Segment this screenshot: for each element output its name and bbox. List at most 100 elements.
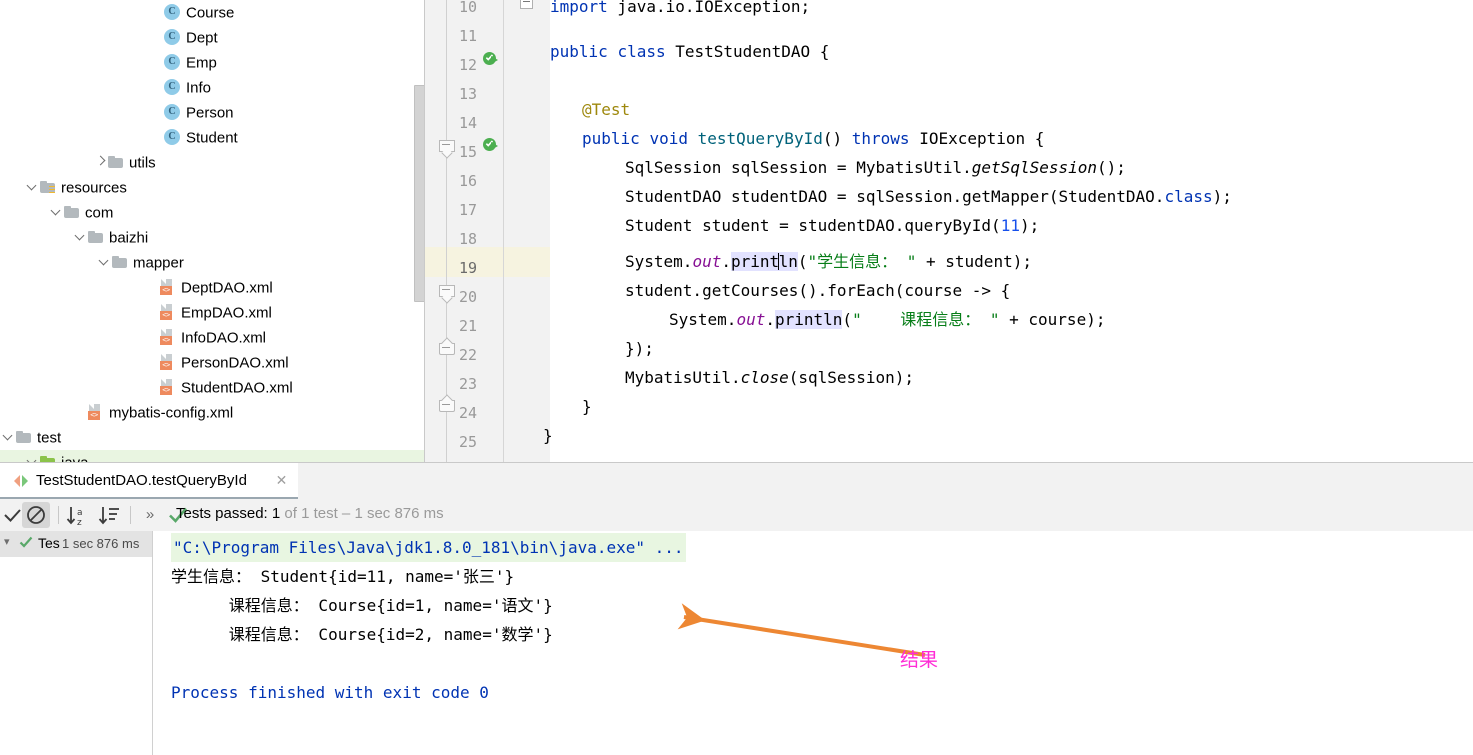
tree-item-label: Course bbox=[186, 4, 235, 22]
chevron-down-icon[interactable]: ▾ bbox=[4, 535, 10, 548]
run-tab-teststudentdao[interactable]: TestStudentDAO.testQueryById ✕ bbox=[0, 463, 298, 499]
static-field-out-2: out bbox=[736, 310, 766, 329]
fold-column[interactable] bbox=[504, 0, 550, 462]
tree-item-dept[interactable]: C Dept bbox=[0, 25, 425, 50]
xml-icon: <> bbox=[160, 303, 175, 321]
tree-item-student[interactable]: C Student bbox=[0, 125, 425, 150]
line19-dot: . bbox=[721, 252, 731, 271]
xml-icon: <> bbox=[88, 403, 103, 421]
chevron-down-icon[interactable] bbox=[24, 176, 40, 201]
tree-item-baizhi[interactable]: baizhi bbox=[0, 225, 425, 250]
chevron-down-icon[interactable] bbox=[24, 451, 40, 462]
keyword-public: public bbox=[550, 42, 608, 61]
tree-item-label: Student bbox=[186, 129, 238, 147]
hide-ignored-button[interactable] bbox=[22, 499, 50, 531]
line21-paren: ( bbox=[842, 310, 853, 329]
tree-item-deptdao-xml[interactable]: <> DeptDAO.xml bbox=[0, 275, 425, 300]
idea-window: C Course C Dept C Emp C Info C Person C Student util… bbox=[0, 0, 1473, 755]
tests-tree-panel[interactable]: ▾ Tes 1 sec 876 ms bbox=[0, 531, 152, 755]
test-status-text: Tests passed: 1 of 1 test – 1 sec 876 ms bbox=[176, 505, 444, 522]
line-number-10: 10 bbox=[458, 0, 477, 16]
tree-item-label: test bbox=[37, 429, 62, 447]
code-line-21: System.out.println(" 课程信息： " + course); bbox=[669, 305, 1105, 335]
line23-suffix: (sqlSession); bbox=[788, 368, 914, 387]
tree-item-label: com bbox=[85, 204, 114, 222]
tree-item-mybatis-config-xml[interactable]: <> mybatis-config.xml bbox=[0, 400, 425, 425]
line-number-19: 19 bbox=[458, 259, 477, 277]
tree-item-persondao-xml[interactable]: <> PersonDAO.xml bbox=[0, 350, 425, 375]
tree-item-label: resources bbox=[61, 179, 127, 197]
line-number-16: 16 bbox=[458, 172, 477, 190]
tree-item-label: mybatis-config.xml bbox=[109, 404, 234, 422]
keyword-class-literal: class bbox=[1164, 187, 1213, 206]
tree-item-emp[interactable]: C Emp bbox=[0, 50, 425, 75]
tree-item-studentdao-xml[interactable]: <> StudentDAO.xml bbox=[0, 375, 425, 400]
close-icon[interactable]: ✕ bbox=[274, 473, 289, 488]
line17-prefix: StudentDAO studentDAO = sqlSession.getMa… bbox=[625, 187, 1165, 206]
sort-by-duration-button[interactable] bbox=[96, 499, 124, 531]
number-literal-11: 11 bbox=[1000, 216, 1020, 235]
xml-icon: <> bbox=[160, 328, 175, 346]
line22-text: }); bbox=[625, 339, 654, 358]
tree-item-label: baizhi bbox=[109, 229, 149, 247]
svg-text:z: z bbox=[77, 518, 82, 528]
tree-item-resources[interactable]: resources bbox=[0, 175, 425, 200]
code-editor[interactable]: 1011121314151617181920212223242526 i bbox=[425, 0, 1473, 462]
line-number-13: 13 bbox=[458, 85, 477, 103]
line21-dot: . bbox=[765, 310, 775, 329]
console-line-3: 课程信息： Course{id=1, name='语文'} bbox=[171, 596, 553, 615]
fold-marker-lambda-open[interactable] bbox=[439, 285, 455, 304]
project-file-tree[interactable]: C Course C Dept C Emp C Info C Person C Student util… bbox=[0, 0, 425, 462]
keyword-import: import bbox=[550, 0, 608, 16]
exception-type: IOException { bbox=[919, 129, 1045, 148]
tree-item-java[interactable]: java bbox=[0, 450, 425, 462]
tree-item-empdao-xml[interactable]: <> EmpDAO.xml bbox=[0, 300, 425, 325]
toolbar-separator-1 bbox=[58, 506, 59, 524]
tree-item-label: java bbox=[61, 455, 89, 462]
console-output[interactable]: "C:\Program Files\Java\jdk1.8.0_181\bin\… bbox=[153, 531, 1473, 755]
tree-item-info[interactable]: C Info bbox=[0, 75, 425, 100]
code-line-10: import java.io.IOException; bbox=[550, 0, 810, 22]
more-options-button[interactable]: » bbox=[136, 499, 164, 531]
line24-text: } bbox=[582, 397, 592, 416]
fold-line-highlight bbox=[504, 247, 550, 277]
tree-item-com[interactable]: com bbox=[0, 200, 425, 225]
chevron-down-icon[interactable] bbox=[48, 201, 64, 226]
tree-item-course[interactable]: C Course bbox=[0, 0, 425, 25]
tree-item-mapper[interactable]: mapper bbox=[0, 250, 425, 275]
class-name: TestStudentDAO { bbox=[675, 42, 830, 61]
code-line-12: public class TestStudentDAO { bbox=[550, 37, 829, 67]
tests-passed-count: Tests passed: 1 bbox=[176, 505, 281, 522]
identifier-ln-part: ln bbox=[778, 252, 798, 271]
tree-item-utils[interactable]: utils bbox=[0, 150, 425, 175]
run-test-method-icon[interactable] bbox=[483, 138, 499, 154]
chevron-down-icon[interactable] bbox=[96, 251, 112, 276]
result-annotation-label: 结果 bbox=[900, 649, 939, 671]
code-text-area[interactable]: import java.io.IOException; public class… bbox=[543, 0, 1473, 462]
class-icon: C bbox=[164, 54, 180, 71]
keyword-throws: throws bbox=[851, 129, 910, 148]
tree-item-label: Emp bbox=[186, 54, 217, 72]
line-number-14: 14 bbox=[458, 114, 477, 132]
fold-marker-method[interactable] bbox=[439, 140, 455, 159]
tests-tree-duration: 1 sec 876 ms bbox=[62, 536, 140, 551]
tree-item-person[interactable]: C Person bbox=[0, 100, 425, 125]
tree-item-infodao-xml[interactable]: <> InfoDAO.xml bbox=[0, 325, 425, 350]
class-icon: C bbox=[164, 29, 180, 46]
xml-icon: <> bbox=[160, 353, 175, 371]
fold-marker-method-close[interactable] bbox=[439, 394, 455, 415]
tree-item-test[interactable]: test bbox=[0, 425, 425, 450]
fold-marker-lambda-close[interactable] bbox=[439, 337, 455, 358]
console-line-1: "C:\Program Files\Java\jdk1.8.0_181\bin\… bbox=[171, 533, 686, 562]
fold-marker-import[interactable] bbox=[520, 0, 533, 9]
tests-tree-row[interactable]: ▾ Tes 1 sec 876 ms bbox=[0, 531, 152, 557]
run-test-class-icon[interactable] bbox=[483, 52, 499, 68]
line21-system: System. bbox=[669, 310, 737, 329]
chevron-down-icon[interactable] bbox=[72, 226, 88, 251]
test-passed-icon bbox=[18, 534, 34, 553]
sort-alphabetically-button[interactable]: a z bbox=[64, 499, 92, 531]
keyword-class: class bbox=[617, 42, 666, 61]
import-path: java.io.IOException; bbox=[607, 0, 811, 16]
chevron-right-icon[interactable] bbox=[92, 151, 108, 176]
chevron-down-icon[interactable] bbox=[0, 426, 16, 451]
